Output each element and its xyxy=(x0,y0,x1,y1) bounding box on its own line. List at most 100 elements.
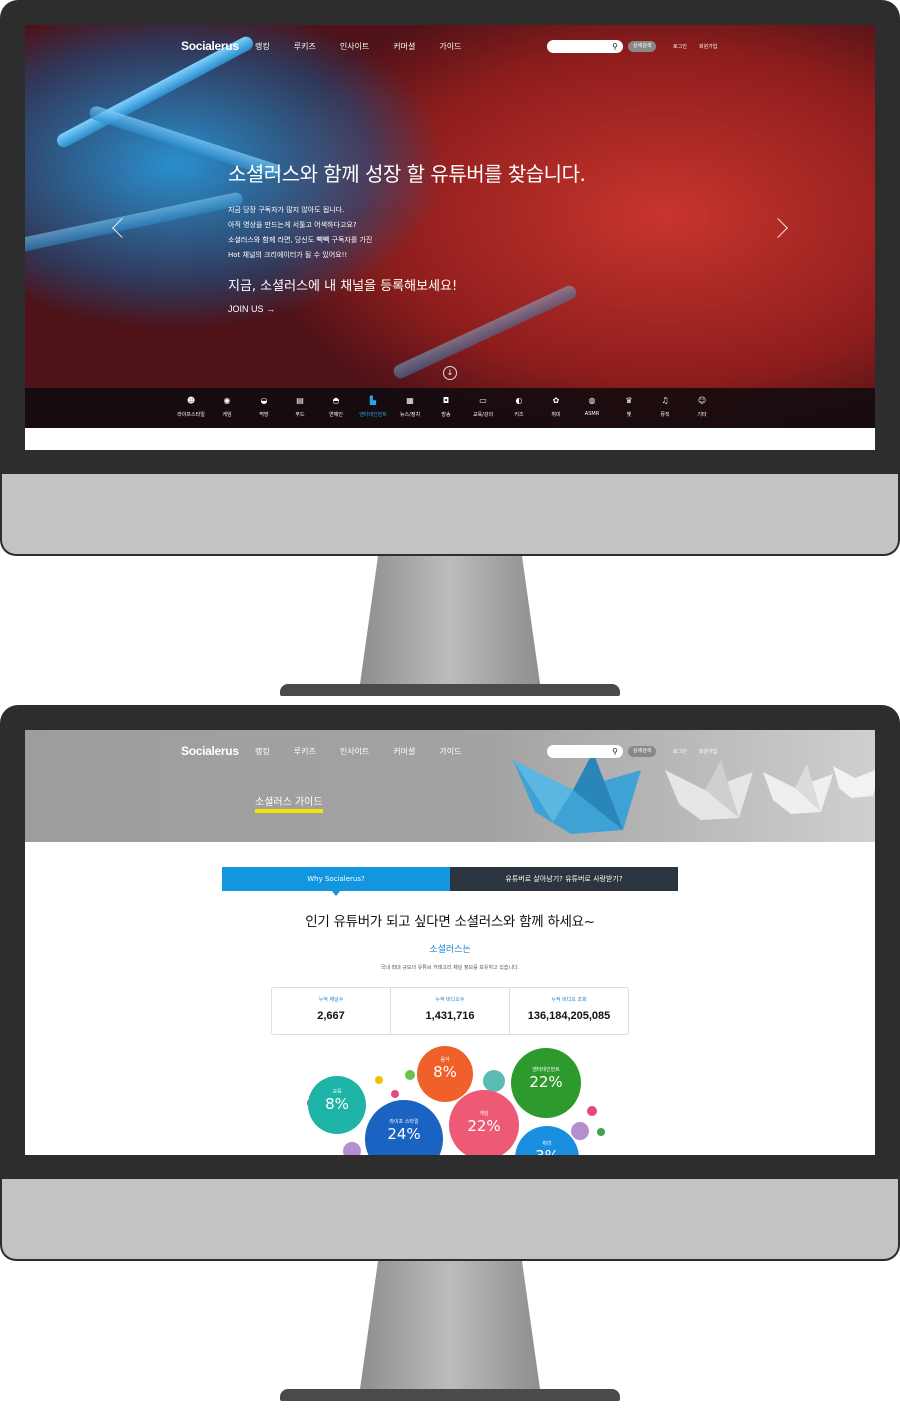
category-label: 게임 xyxy=(222,412,232,418)
menu-guide[interactable]: 가이드 xyxy=(439,41,461,52)
search-icon[interactable]: ⚲ xyxy=(612,42,618,51)
decor-dot xyxy=(597,1128,605,1136)
menu-commercial[interactable]: 커머셜 xyxy=(393,746,415,757)
celebrity-icon: ◓ xyxy=(332,396,340,405)
menu-insight[interactable]: 인사이트 xyxy=(340,41,369,52)
category-lifestyle[interactable]: ☻ 라이프스타일 xyxy=(171,396,211,418)
monitor-chin xyxy=(0,1179,900,1261)
menu-ranking[interactable]: 랭킹 xyxy=(255,41,270,52)
hero-description: 지금 당장 구독자가 많지 않아도 됩니다. 아직 영상을 만드는게 서툴고 어… xyxy=(228,203,372,263)
kids-icon: ◐ xyxy=(515,396,523,405)
category-celebrity[interactable]: ◓ 연예인 xyxy=(316,396,356,418)
bubble-value: 8% xyxy=(325,1095,349,1113)
main-menu: 랭킹 루키즈 인사이트 커머셜 가이드 xyxy=(255,746,485,757)
category-label: 키즈 xyxy=(514,412,524,418)
bubble-label: 음악 xyxy=(440,1057,450,1063)
stat-label: 누적 비디오 조회 xyxy=(551,997,587,1003)
monitor-bottom: Socialerus 랭킹 루키즈 인사이트 커머셜 가이드 ⚲ 상세검색 로그… xyxy=(0,705,900,1408)
stat-value: 136,184,205,085 xyxy=(527,1010,611,1022)
education-icon: ▭ xyxy=(479,396,487,405)
bubble-entertainment[interactable]: 엔터테인먼트 22% xyxy=(511,1048,581,1118)
news-icon: ▦ xyxy=(406,396,414,405)
category-label: ASMR xyxy=(584,411,600,417)
stats-panel: 누적 채널수 2,667 누적 비디오수 1,431,716 누적 비디오 조회 13… xyxy=(271,987,629,1035)
site-logo[interactable]: Socialerus xyxy=(181,744,239,758)
category-game[interactable]: ◉ 게임 xyxy=(207,396,247,418)
login-link[interactable]: 로그인 xyxy=(673,43,687,50)
bubble-education[interactable]: 교육 8% xyxy=(308,1076,366,1134)
menu-commercial[interactable]: 커머셜 xyxy=(393,41,415,52)
decor-dot xyxy=(375,1076,383,1084)
bubble-label: 교육 xyxy=(332,1089,342,1095)
category-education[interactable]: ▭ 교육/강의 xyxy=(463,396,503,418)
menu-rookies[interactable]: 루키즈 xyxy=(294,41,316,52)
search-input[interactable]: ⚲ xyxy=(547,40,623,53)
signup-link[interactable]: 회원가입 xyxy=(699,43,717,50)
bubble-lifestyle[interactable]: 라이프 스타일 24% xyxy=(365,1100,443,1155)
active-tab-pointer xyxy=(332,891,340,896)
pet-icon: ♛ xyxy=(625,396,633,405)
category-label: 뮤직 xyxy=(660,412,670,418)
menu-rookies[interactable]: 루키즈 xyxy=(294,746,316,757)
tab-survive-youtuber[interactable]: 유튜버로 살아남기? 유튜버로 사랑받기? xyxy=(450,867,678,891)
stat-label: 누적 비디오수 xyxy=(435,997,465,1003)
music-icon: ♫ xyxy=(661,396,669,405)
hero-line: Hot 채널의 크리에이터가 될 수 있어요!! xyxy=(228,251,348,259)
menu-ranking[interactable]: 랭킹 xyxy=(255,746,270,757)
category-entertainment[interactable]: ▙ 엔터테인먼트 xyxy=(353,396,393,418)
hero-line: 아직 영상을 만드는게 서툴고 어색하다고요? xyxy=(228,221,357,229)
stat-channels: 누적 채널수 2,667 xyxy=(272,988,391,1034)
game-icon: ◉ xyxy=(223,396,231,405)
bubble-music[interactable]: 음악 8% xyxy=(417,1046,473,1102)
bubble-label: 라이프 스타일 xyxy=(389,1119,419,1125)
mukbang-icon: ◒ xyxy=(260,396,268,405)
bubble-game[interactable]: 게임 22% xyxy=(449,1090,519,1155)
category-broadcast[interactable]: ◘ 방송 xyxy=(426,396,466,418)
scroll-down-icon[interactable]: ↓ xyxy=(443,366,457,380)
stat-views: 누적 비디오 조회 136,184,205,085 xyxy=(510,988,628,1034)
bubble-hobby[interactable]: 취미3% xyxy=(515,1126,579,1155)
guide-description: 국내 최대 규모의 유튜브 카테고리 채널 정보를 보유하고 있습니다. xyxy=(380,965,520,971)
detail-search-dropdown[interactable]: 상세검색 xyxy=(628,746,657,757)
bubble-value: 22% xyxy=(529,1073,563,1091)
broadcast-icon: ◘ xyxy=(442,396,450,405)
menu-guide[interactable]: 가이드 xyxy=(439,746,461,757)
bubble-value: 3% xyxy=(515,1147,579,1155)
monitor-stand xyxy=(360,1261,540,1389)
category-label: 푸드 xyxy=(295,412,305,418)
top-nav: Socialerus 랭킹 루키즈 인사이트 커머셜 가이드 ⚲ 상세검색 로그… xyxy=(25,25,875,69)
decor-dot xyxy=(483,1070,505,1092)
category-label: 교육/강의 xyxy=(472,412,494,418)
category-pet[interactable]: ♛ 펫 xyxy=(609,396,649,418)
site-logo[interactable]: Socialerus xyxy=(181,39,239,53)
monitor-stand xyxy=(360,556,540,684)
bubble-label: 취미 xyxy=(542,1141,552,1147)
decor-dot xyxy=(405,1070,415,1080)
stat-value: 1,431,716 xyxy=(425,1010,475,1022)
category-music[interactable]: ♫ 뮤직 xyxy=(645,396,685,418)
category-kids[interactable]: ◐ 키즈 xyxy=(499,396,539,418)
main-menu: 랭킹 루키즈 인사이트 커머셜 가이드 xyxy=(255,41,485,52)
guide-subheading: 소셜러스는 xyxy=(429,945,471,955)
search-icon[interactable]: ⚲ xyxy=(612,747,618,756)
category-mukbang[interactable]: ◒ 먹방 xyxy=(244,396,284,418)
category-asmr[interactable]: ◍ ASMR xyxy=(572,396,612,417)
category-etc[interactable]: ☺ 기타 xyxy=(682,396,722,418)
category-food[interactable]: ▤ 푸드 xyxy=(280,396,320,418)
category-label: 라이프스타일 xyxy=(177,412,205,418)
detail-search-dropdown[interactable]: 상세검색 xyxy=(628,41,657,52)
tab-why-socialerus[interactable]: Why Socialerus? xyxy=(222,867,450,891)
category-hobby[interactable]: ✿ 취미 xyxy=(536,396,576,418)
etc-icon: ☺ xyxy=(697,396,707,405)
signup-link[interactable]: 회원가입 xyxy=(699,748,717,755)
category-label: 취미 xyxy=(551,412,561,418)
hero-line: 소셜러스와 함께 라면, 당신도 빽빽 구독자를 가진 xyxy=(228,236,373,244)
login-link[interactable]: 로그인 xyxy=(673,748,687,755)
stat-videos: 누적 비디오수 1,431,716 xyxy=(391,988,510,1034)
search-input[interactable]: ⚲ xyxy=(547,745,623,758)
category-news[interactable]: ▦ 뉴스/정치 xyxy=(390,396,430,418)
menu-insight[interactable]: 인사이트 xyxy=(340,746,369,757)
join-us-link[interactable]: JOIN US → xyxy=(228,304,275,314)
hobby-icon: ✿ xyxy=(552,396,560,405)
category-label: 엔터테인먼트 xyxy=(359,412,387,418)
